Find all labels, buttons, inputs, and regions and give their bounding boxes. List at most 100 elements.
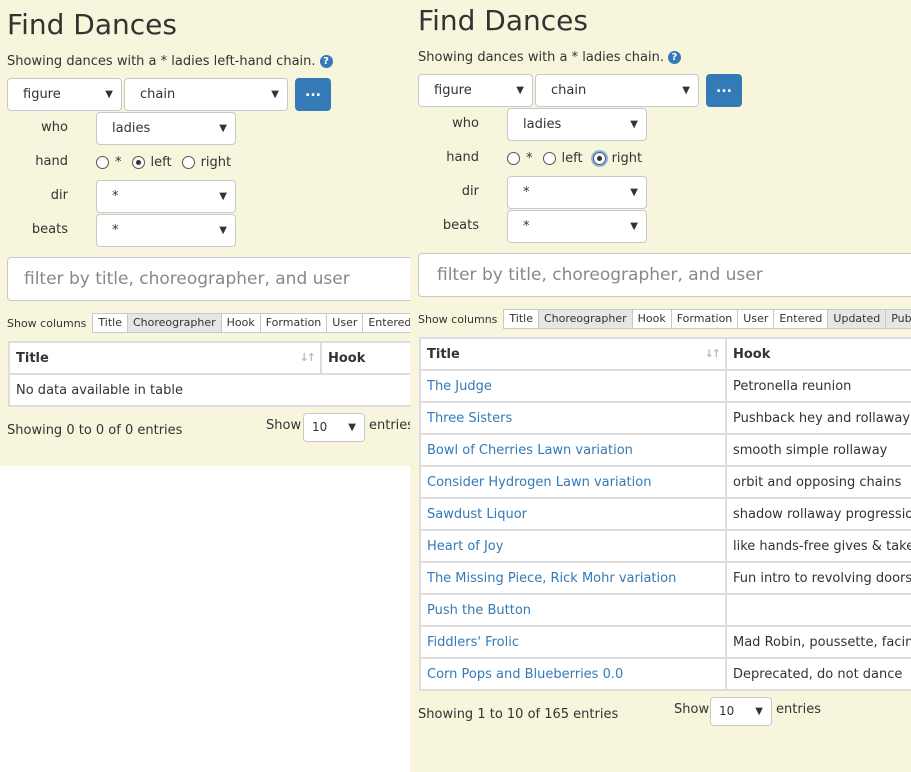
column-toggle-published[interactable]: Publishe: [885, 309, 911, 329]
more-options-button[interactable]: ...: [706, 74, 742, 107]
hand-option-label: *: [115, 155, 122, 170]
entries-label: entries: [369, 418, 410, 433]
column-toggle-entered[interactable]: Entered: [362, 313, 410, 333]
radio-checked-icon[interactable]: [131, 156, 145, 169]
search-summary-text: Showing dances with a * ladies chain.: [418, 50, 664, 65]
who-select[interactable]: ladies ▼: [96, 112, 236, 145]
column-toggle-user[interactable]: User: [737, 309, 775, 329]
cell-title: Corn Pops and Blueberries 0.0: [419, 657, 727, 691]
hand-option-any[interactable]: *: [507, 151, 533, 166]
column-header-hook[interactable]: Hook: [320, 341, 410, 375]
dance-link[interactable]: Push the Button: [427, 603, 531, 618]
column-toggle-entered[interactable]: Entered: [773, 309, 829, 329]
column-toggle-title[interactable]: Title: [92, 313, 128, 333]
radio-icon[interactable]: [542, 152, 556, 165]
column-toggle-formation[interactable]: Formation: [670, 309, 739, 329]
who-label: who: [41, 120, 68, 135]
column-toggle-choreographer[interactable]: Choreographer: [126, 313, 222, 333]
hand-radio-group: * left right: [96, 155, 241, 170]
cell-hook: Mad Robin, poussette, facing s: [725, 625, 911, 659]
table-header-row: Title ↓↑ Hook: [419, 337, 911, 371]
hand-option-label: *: [526, 151, 533, 166]
beats-select[interactable]: * ▼: [96, 214, 236, 247]
cell-title: Sawdust Liquor: [419, 497, 727, 531]
column-header-title[interactable]: Title ↓↑: [8, 341, 322, 375]
cell-hook: Fun intro to revolving doors: [725, 561, 911, 595]
hand-label: hand: [35, 154, 68, 169]
cell-title: Heart of Joy: [419, 529, 727, 563]
dance-link[interactable]: The Judge: [427, 379, 492, 394]
beats-select[interactable]: * ▼: [507, 210, 647, 243]
dance-link[interactable]: Corn Pops and Blueberries 0.0: [427, 667, 623, 682]
hand-option-any[interactable]: *: [96, 155, 122, 170]
dance-link[interactable]: Heart of Joy: [427, 539, 503, 554]
hand-option-left[interactable]: left: [131, 155, 172, 170]
chevron-down-icon: ▼: [682, 85, 690, 96]
search-summary: Showing dances with a * ladies left-hand…: [7, 54, 333, 69]
page-title: Find Dances: [7, 8, 177, 41]
dance-link[interactable]: The Missing Piece, Rick Mohr variation: [427, 571, 676, 586]
chain-select[interactable]: chain ▼: [124, 78, 288, 111]
table-row: Push the Button: [419, 593, 911, 627]
radio-icon[interactable]: [507, 152, 520, 165]
help-icon[interactable]: ?: [667, 51, 681, 64]
chain-select[interactable]: chain ▼: [535, 74, 699, 107]
beats-label: beats: [442, 218, 479, 233]
figure-select[interactable]: figure ▼: [418, 74, 533, 107]
hand-option-right[interactable]: right: [181, 155, 231, 170]
cell-title: Fiddlers' Frolic: [419, 625, 727, 659]
column-toggle-user[interactable]: User: [326, 313, 364, 333]
cell-hook: like hands-free gives & takes,: [725, 529, 911, 563]
sort-icon: ↓↑: [704, 347, 722, 360]
beats-select-value: *: [112, 223, 119, 238]
beats-label: beats: [31, 222, 68, 237]
radio-icon[interactable]: [96, 156, 109, 169]
who-select[interactable]: ladies ▼: [507, 108, 647, 141]
column-header-title[interactable]: Title ↓↑: [419, 337, 727, 371]
dance-link[interactable]: Sawdust Liquor: [427, 507, 527, 522]
page-length-value: 10: [719, 704, 735, 718]
page-length-select[interactable]: 10 ▼: [303, 413, 365, 442]
cell-title: Bowl of Cherries Lawn variation: [419, 433, 727, 467]
left-panel: Find Dances Showing dances with a * ladi…: [0, 0, 410, 466]
cell-title: The Missing Piece, Rick Mohr variation: [419, 561, 727, 595]
column-toggle-choreographer[interactable]: Choreographer: [537, 309, 633, 329]
column-toggles: Title Choreographer Hook Formation User …: [497, 309, 911, 329]
cell-title: Push the Button: [419, 593, 727, 627]
more-options-button[interactable]: ...: [295, 78, 331, 111]
dance-link[interactable]: Consider Hydrogen Lawn variation: [427, 475, 651, 490]
hand-option-left[interactable]: left: [542, 151, 583, 166]
dance-link[interactable]: Three Sisters: [427, 411, 512, 426]
column-header-label: Title: [427, 346, 460, 362]
dances-table: Title ↓↑ Hook No data available in table: [8, 341, 410, 407]
dances-table: Title ↓↑ Hook The Judge Petronella reunion…: [419, 337, 911, 691]
dir-select[interactable]: * ▼: [507, 176, 647, 209]
column-toggle-formation[interactable]: Formation: [259, 313, 328, 333]
figure-select[interactable]: figure ▼: [7, 78, 122, 111]
column-toggle-hook[interactable]: Hook: [220, 313, 261, 333]
table-info: Showing 1 to 10 of 165 entries: [418, 707, 619, 722]
chevron-down-icon: ▼: [348, 422, 356, 433]
radio-icon[interactable]: [181, 156, 195, 169]
page-title: Find Dances: [418, 4, 588, 37]
hand-option-right[interactable]: right: [592, 151, 642, 166]
dir-select[interactable]: * ▼: [96, 180, 236, 213]
column-header-hook[interactable]: Hook: [725, 337, 911, 371]
dance-link[interactable]: Bowl of Cherries Lawn variation: [427, 443, 633, 458]
hand-option-label: left: [561, 151, 583, 166]
filter-input[interactable]: filter by title, choreographer, and user: [7, 257, 410, 301]
page-length-label: Show: [266, 418, 302, 433]
dance-link[interactable]: Fiddlers' Frolic: [427, 635, 519, 650]
radio-checked-icon[interactable]: [592, 152, 606, 165]
dir-label: dir: [461, 184, 479, 199]
chevron-down-icon: ▼: [516, 85, 524, 96]
page-length-select[interactable]: 10 ▼: [710, 697, 772, 726]
column-toggle-updated[interactable]: Updated: [827, 309, 887, 329]
column-toggle-hook[interactable]: Hook: [631, 309, 672, 329]
help-icon[interactable]: ?: [319, 55, 333, 68]
who-label: who: [452, 116, 479, 131]
column-toggle-title[interactable]: Title: [503, 309, 539, 329]
table-row: The Judge Petronella reunion: [419, 369, 911, 403]
hand-label: hand: [446, 150, 479, 165]
filter-input[interactable]: filter by title, choreographer, and user: [418, 253, 911, 297]
